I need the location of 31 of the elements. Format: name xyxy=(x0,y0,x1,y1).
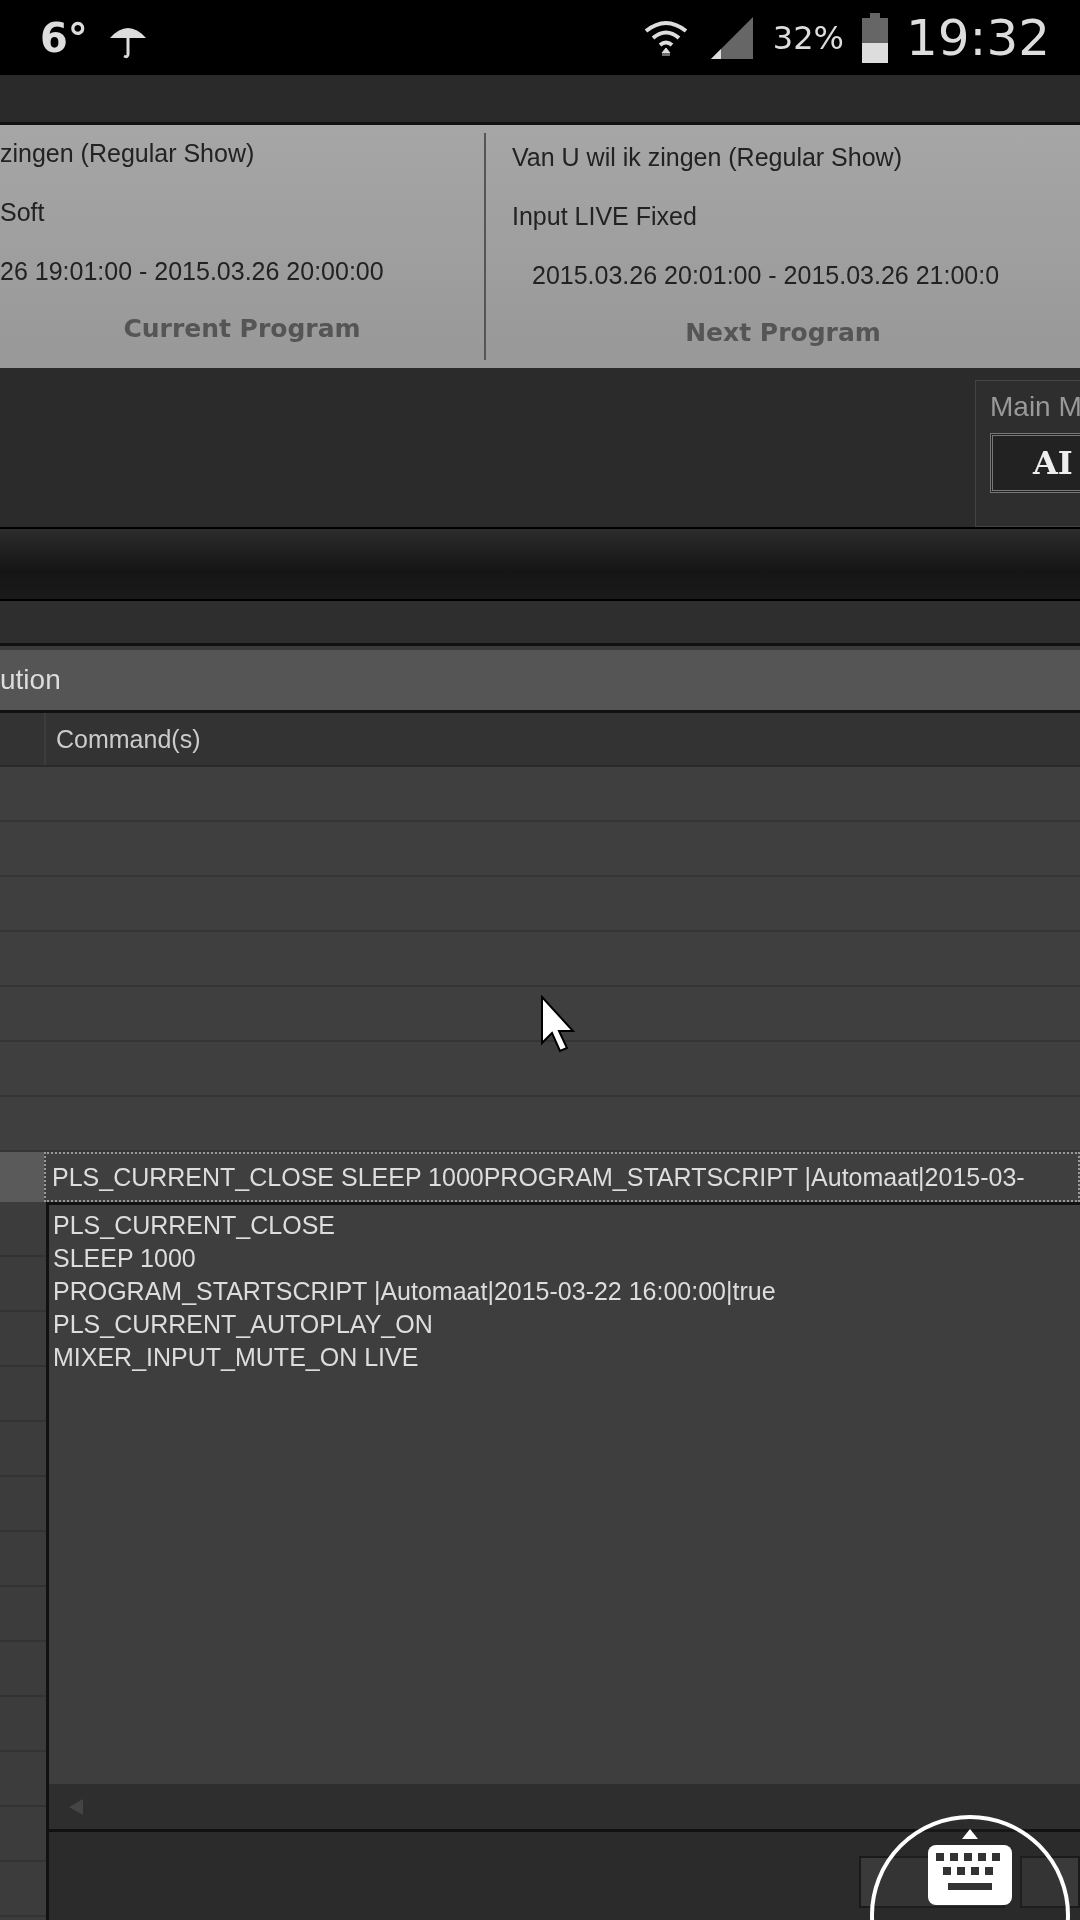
program-source: Input LIVE Fixed xyxy=(512,202,698,231)
command-line: MIXER_INPUT_MUTE_ON LIVE xyxy=(53,1342,420,1373)
program-title: Van U wil ik zingen (Regular Show) xyxy=(512,143,903,172)
mouse-cursor xyxy=(540,995,576,1053)
row-header xyxy=(0,1152,44,1202)
table-row[interactable] xyxy=(0,987,1080,1042)
program-source: Soft xyxy=(0,198,46,227)
command-line: SLEEP 1000 xyxy=(53,1243,197,1274)
panel-label: Next Program xyxy=(684,318,882,347)
command-text: PLS_CURRENT_CLOSE SLEEP 1000PROGRAM_STARTSCRIPT |Automaat|2015-03- xyxy=(52,1162,1025,1192)
mode-button[interactable]: AI xyxy=(990,433,1080,493)
temperature: 6° xyxy=(40,14,88,61)
column-title: Command(s) xyxy=(55,724,201,754)
command-editor[interactable]: PLS_CURRENT_CLOSE SLEEP 1000 PROGRAM_STARTSCRIPT |Automaat|2015-03-22 16:00:00|true PLS_CURRENT_AUTOPLAY_ON MIXER_INPUT_MUTE_ON LIVE xyxy=(49,1202,1080,1832)
table-cell[interactable]: PLS_CURRENT_CLOSE SLEEP 1000PROGRAM_STARTSCRIPT |Automaat|2015-03- xyxy=(44,1152,1080,1202)
table-row[interactable] xyxy=(0,1097,1080,1152)
program-period: 26 19:01:00 - 2015.03.26 20:00:00 xyxy=(0,257,385,286)
program-period: 2015.03.26 20:01:00 - 2015.03.26 21:00:0 xyxy=(531,261,1001,290)
command-line: PLS_CURRENT_AUTOPLAY_ON xyxy=(53,1309,434,1340)
program-title: zingen (Regular Show) xyxy=(0,139,256,168)
section-title: ution xyxy=(0,664,61,696)
panel-label: Current Program xyxy=(122,314,362,343)
clock: 19:32 xyxy=(905,8,1050,67)
table-row[interactable] xyxy=(0,1042,1080,1097)
horizontal-scrollbar[interactable] xyxy=(49,1784,1080,1829)
dialog-button[interactable] xyxy=(1020,1856,1080,1908)
command-line: PROGRAM_STARTSCRIPT |Automaat|2015-03-22 16:00:00|true xyxy=(53,1276,777,1307)
command-line: PLS_CURRENT_CLOSE xyxy=(53,1210,337,1241)
panel-title: Main M xyxy=(990,391,1080,423)
battery-percent: 32% xyxy=(772,18,844,57)
battery-icon xyxy=(861,12,888,63)
